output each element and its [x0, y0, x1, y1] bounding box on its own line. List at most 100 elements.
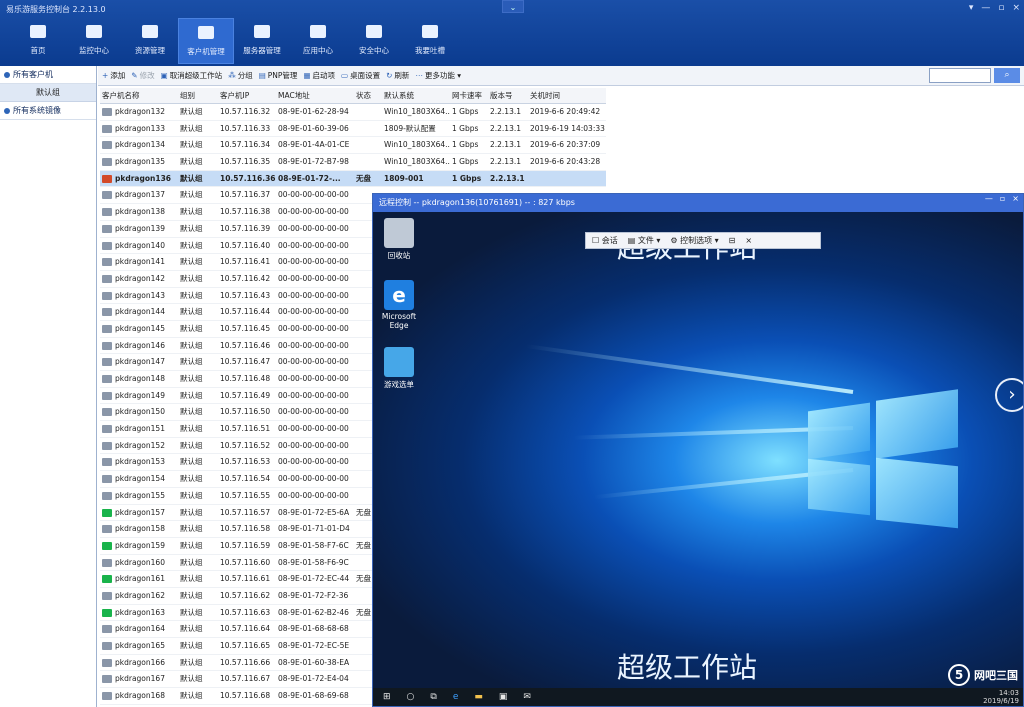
nav-item-comment[interactable]: 我要吐槽 — [402, 18, 458, 64]
task-view-icon[interactable]: ⧉ — [430, 692, 436, 702]
cell-mac: 00-00-00-00-00-00 — [278, 240, 349, 250]
sidebar-item-all-images[interactable]: 所有系统镜像 — [0, 102, 96, 120]
cell-ip: 10.57.116.55 — [220, 490, 271, 500]
cell-mac: 08-9E-01-68-69-68 — [278, 691, 349, 701]
client-name: pkdragon147 — [115, 357, 165, 367]
cell-group: 默认组 — [180, 390, 203, 400]
edge-icon[interactable]: e Microsoft Edge — [377, 280, 421, 330]
computer-icon — [102, 258, 112, 267]
game-menu-icon[interactable]: 游戏选单 — [377, 347, 421, 390]
restore-button[interactable]: ▫ — [998, 3, 1004, 13]
nav-item-toolbox[interactable]: 应用中心 — [290, 18, 346, 64]
close-toolbar-icon[interactable]: × — [745, 233, 752, 248]
sidebar-item-default-group[interactable]: 默认组 — [0, 84, 96, 102]
cell-mac: 00-00-00-00-00-00 — [278, 257, 349, 267]
cell-mac: 08-9E-01-72-E4-04 — [278, 674, 349, 684]
chat-button[interactable]: ☐ 会话 — [592, 233, 618, 248]
cell-os: 1809-默认配置 — [384, 123, 436, 133]
search-icon[interactable]: ⌕ — [994, 68, 1020, 83]
sidebar-item-label: 所有系统镜像 — [13, 106, 61, 115]
window-controls: ▾ — ▫ × — [969, 3, 1020, 13]
cell-mac: 00-00-00-00-00-00 — [278, 307, 349, 317]
nav-item-shield[interactable]: 安全中心 — [346, 18, 402, 64]
table-row[interactable]: pkdragon132 默认组 10.57.116.32 08-9E-01-62-28… — [100, 104, 606, 121]
app-title: 易乐游服务控制台 2.2.13.0 — [6, 5, 106, 14]
file-button[interactable]: ▤ 文件 ▾ — [628, 233, 661, 248]
collapse-toggle-button[interactable]: ⌄ — [502, 0, 524, 13]
close-button[interactable]: × — [1012, 3, 1020, 13]
refresh-button[interactable]: ↻ 刷新 — [386, 70, 409, 81]
cell-mac: 08-9E-01-62-B2-46 — [278, 607, 349, 617]
more-functions-button[interactable]: ⋯ 更多功能 ▾ — [415, 70, 461, 81]
cell-name: pkdragon149 — [100, 388, 178, 404]
computer-icon — [102, 608, 112, 617]
desktop-icon: ▭ — [341, 71, 349, 80]
col-speed[interactable]: 网卡速率 — [450, 88, 488, 103]
sidebar-item-all-clients[interactable]: 所有客户机 — [0, 66, 96, 84]
cell-name: pkdragon141 — [100, 254, 178, 270]
remote-taskbar: ⊞ ○ ⧉ e ▬ ▣ ✉ 14:03 2019/6/19 — [373, 688, 1023, 706]
cell-mac: 08-9E-01-72-E5-6A — [278, 507, 350, 517]
col-os[interactable]: 默认系统 — [382, 88, 450, 103]
pnp-button[interactable]: ▤ PNP管理 — [259, 70, 298, 81]
control-options-button[interactable]: ⚙ 控制选项 ▾ — [670, 233, 718, 248]
table-row[interactable]: pkdragon133 默认组 10.57.116.33 08-9E-01-60-39… — [100, 121, 606, 138]
windows-start-icon[interactable]: ⊞ — [383, 692, 391, 702]
remote-desktop[interactable]: 超级工作站 超级工作站 ☐ 会话 ▤ 文件 ▾ ⚙ 控制选项 ▾ ⊟ × 回收站… — [373, 212, 1023, 690]
recycle-bin-icon[interactable]: 回收站 — [377, 218, 421, 261]
remote-minimize-button[interactable]: — — [985, 194, 993, 203]
nav-label: 资源管理 — [135, 46, 165, 55]
modify-button[interactable]: ✎ 修改 — [131, 70, 154, 81]
pin-icon[interactable]: ⊟ — [729, 233, 736, 248]
table-row[interactable]: pkdragon134 默认组 10.57.116.34 08-9E-01-4A-01… — [100, 137, 606, 155]
remote-control-window: 远程控制 -- pkdragon136(10761691) -- : 827 k… — [372, 193, 1024, 707]
nav-item-server[interactable]: 服务器管理 — [234, 18, 290, 64]
col-version[interactable]: 版本号 — [488, 88, 528, 103]
folder-icon[interactable]: ▬ — [474, 692, 483, 702]
col-ip[interactable]: 客户机IP — [218, 88, 276, 103]
search-circle-icon[interactable]: ○ — [407, 692, 415, 702]
desktop-settings-button[interactable]: ▭ 桌面设置 — [341, 70, 380, 81]
cell-name: pkdragon143 — [100, 288, 178, 304]
cell-os: Win10_1803X64... — [384, 107, 450, 116]
boot-items-button[interactable]: ▦ 启动项 — [303, 70, 335, 81]
recycle-bin-label: 回收站 — [387, 251, 411, 260]
cell-group: 默认组 — [180, 123, 203, 133]
cell-mac: 08-9E-01-72-EC-5E — [278, 641, 350, 650]
cancel-super-workstation-button[interactable]: ▣ 取消超级工作站 — [161, 70, 223, 81]
cell-ip: 10.57.116.47 — [220, 357, 271, 367]
light-beam — [525, 344, 854, 394]
cell-os: 1809-001 — [384, 173, 424, 183]
cell-group: 默认组 — [180, 207, 203, 217]
col-group[interactable]: 组别 — [178, 88, 218, 103]
minimize-button[interactable]: — — [981, 3, 990, 13]
nav-item-gamepad[interactable]: 资源管理 — [122, 18, 178, 64]
nav-item-home[interactable]: 首页 — [10, 18, 66, 64]
cell-mac: 00-00-00-00-00-00 — [278, 340, 349, 350]
table-row[interactable]: pkdragon135 默认组 10.57.116.35 08-9E-01-72-B7… — [100, 154, 606, 171]
wifi-icon[interactable]: ▾ — [969, 3, 974, 13]
bullet-icon — [4, 107, 10, 114]
add-button[interactable]: + 添加 — [102, 70, 125, 81]
table-row[interactable]: pkdragon136 默认组 10.57.116.36 08-9E-01-72-..… — [100, 170, 606, 188]
next-arrow-icon[interactable]: › — [995, 378, 1023, 412]
cell-mac: 00-00-00-00-00-00 — [278, 374, 349, 383]
store-icon[interactable]: ▣ — [499, 692, 508, 702]
cell-name: pkdragon160 — [100, 555, 178, 571]
edge-taskbar-icon[interactable]: e — [453, 692, 459, 702]
cell-mac: 08-9E-01-62-28-94 — [278, 107, 349, 116]
nav-item-monitor[interactable]: 客户机管理 — [178, 18, 234, 64]
client-name: pkdragon165 — [115, 641, 165, 650]
cell-name: pkdragon158 — [100, 521, 178, 537]
mail-icon[interactable]: ✉ — [523, 692, 531, 702]
remote-restore-button[interactable]: ▫ — [1000, 194, 1005, 203]
col-name[interactable]: 客户机名称 — [100, 88, 178, 103]
col-status[interactable]: 状态 — [354, 88, 382, 103]
col-mac[interactable]: MAC地址 — [276, 88, 354, 103]
nav-item-eye[interactable]: 监控中心 — [66, 18, 122, 64]
remote-close-button[interactable]: × — [1012, 194, 1019, 203]
group-icon: ⁂ — [228, 71, 236, 80]
col-shutdown[interactable]: 关机时间 — [528, 88, 606, 103]
search-input[interactable] — [929, 68, 991, 83]
group-button[interactable]: ⁂ 分组 — [228, 70, 253, 81]
